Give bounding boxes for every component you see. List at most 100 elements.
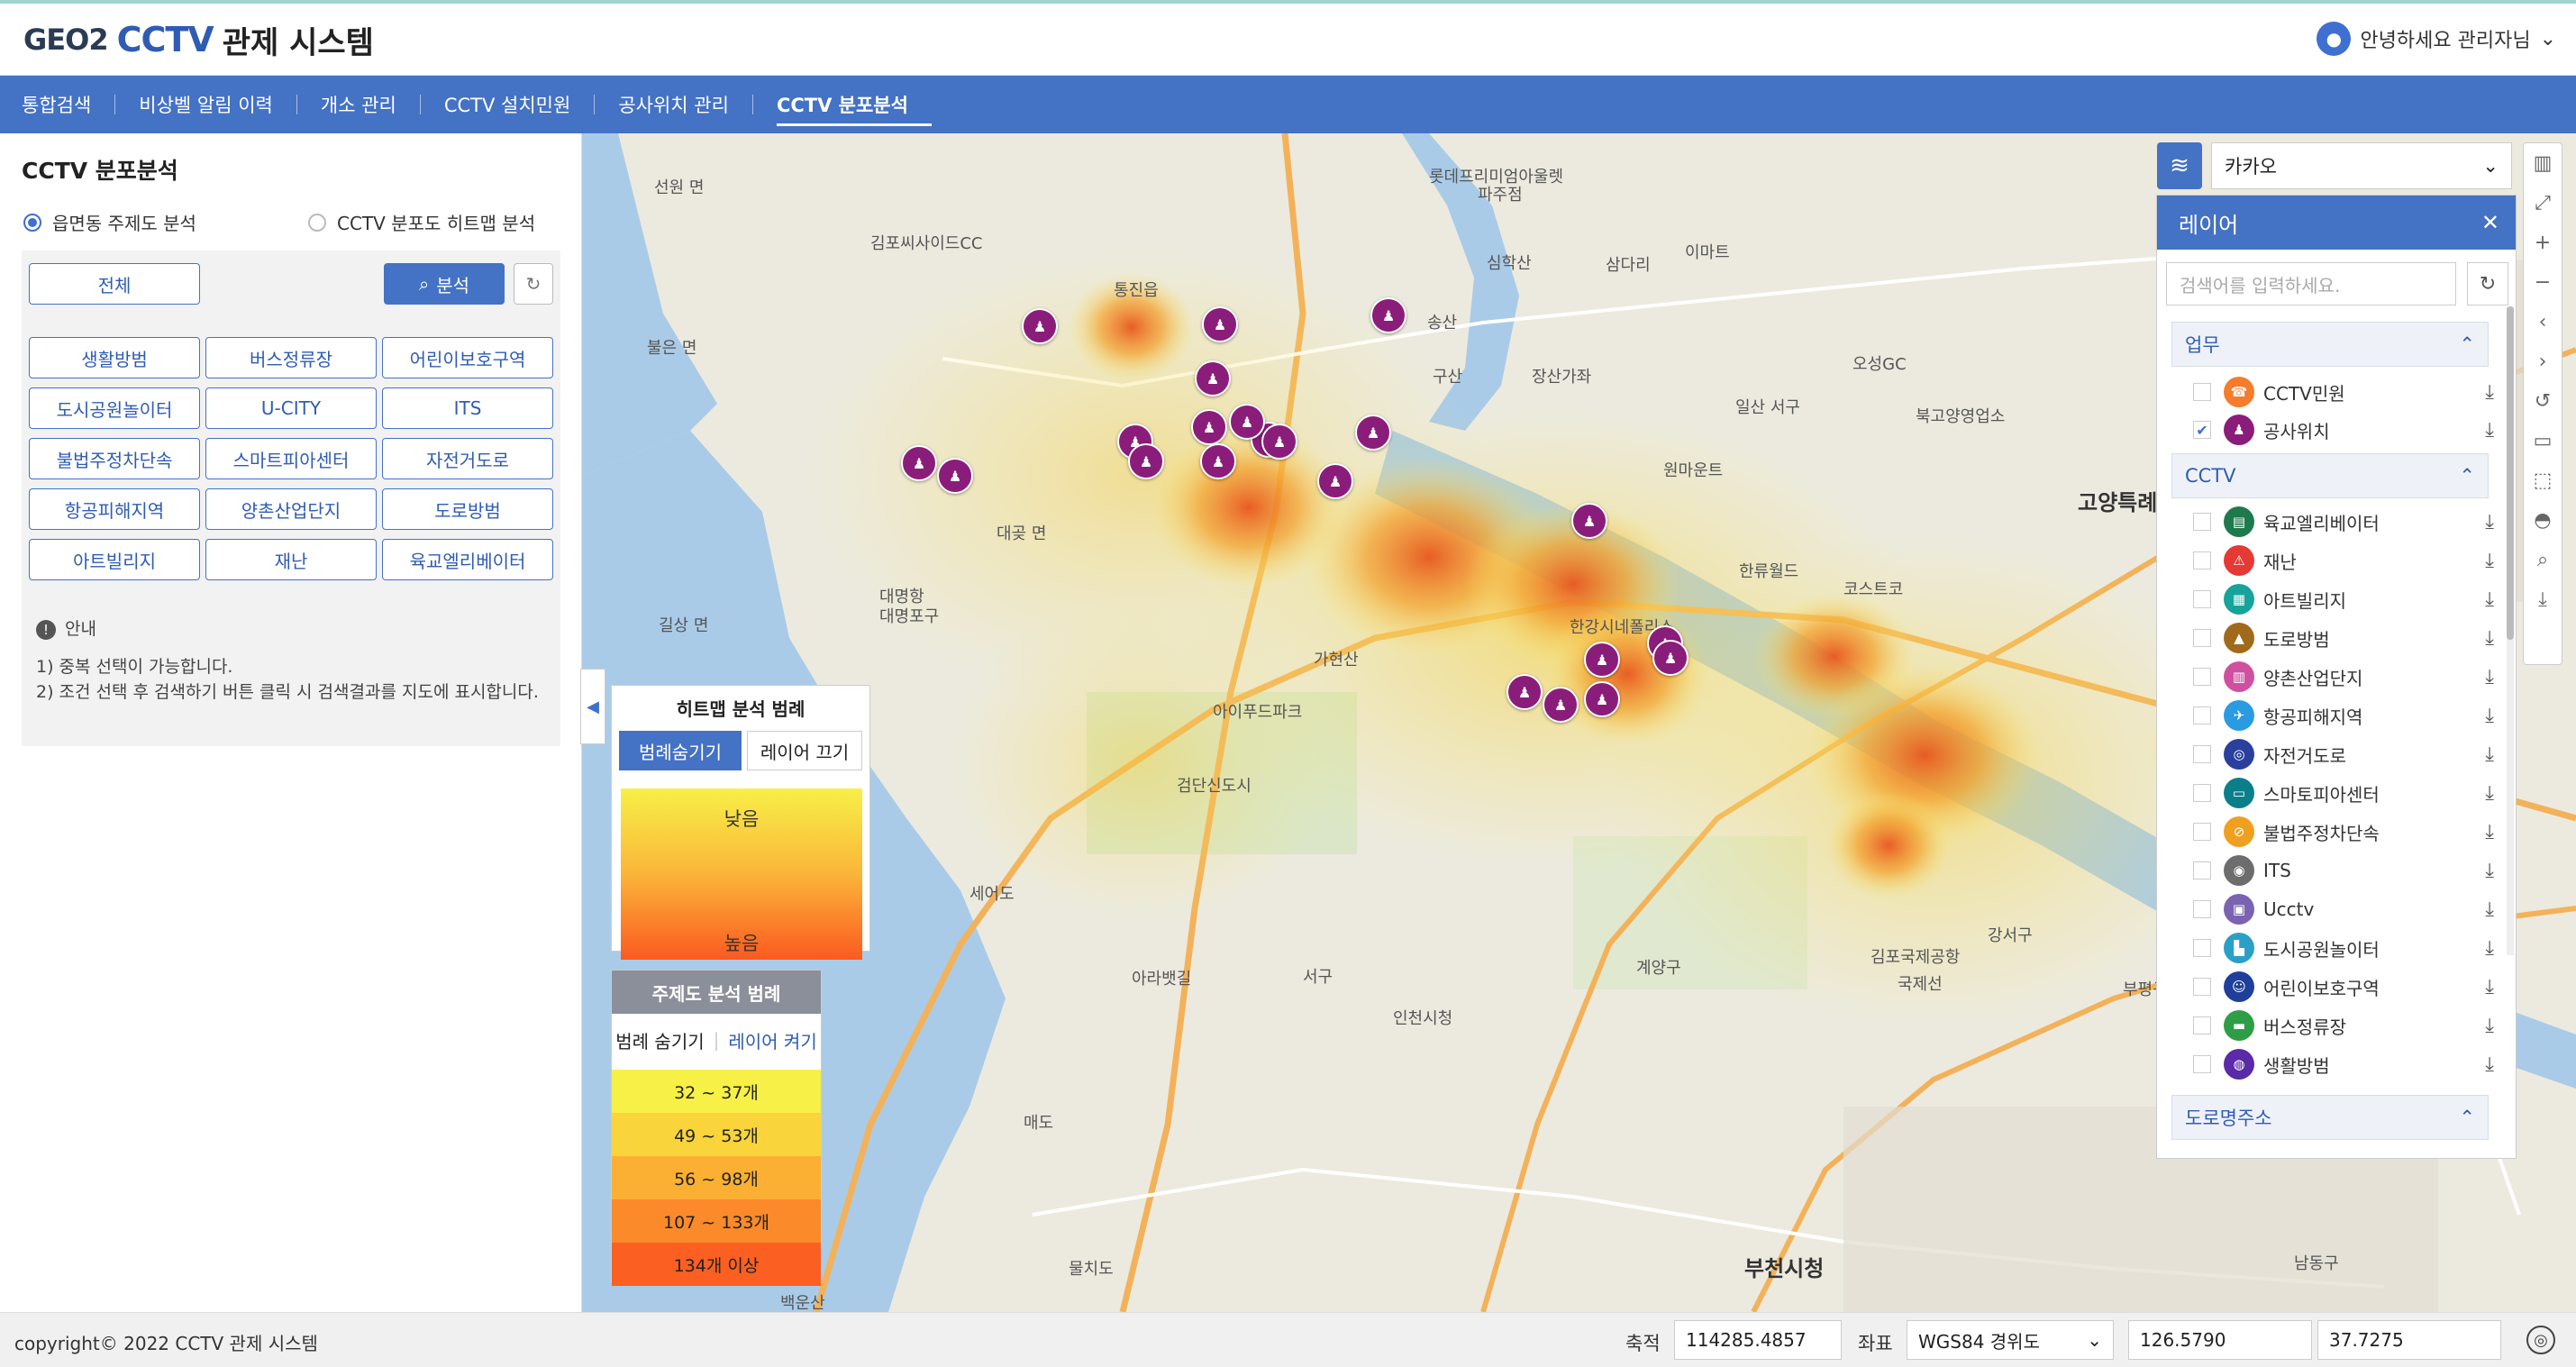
longitude-field[interactable]: 126.5790: [2128, 1320, 2312, 1360]
construction-pin[interactable]: ♟: [1229, 404, 1265, 440]
checkbox[interactable]: [2193, 784, 2211, 802]
construction-pin[interactable]: ♟: [1652, 640, 1689, 676]
layer-row[interactable]: ⚠ 재난 ⤓: [2193, 542, 2499, 579]
category-button[interactable]: 항공피해지역: [29, 488, 200, 530]
category-button[interactable]: 스마트피아센터: [205, 438, 377, 479]
layer-row[interactable]: ▬ 버스정류장 ⤓: [2193, 1007, 2499, 1043]
checkbox[interactable]: [2193, 1016, 2211, 1034]
download-icon[interactable]: ⤓: [2485, 381, 2494, 404]
next-view-icon[interactable]: ›: [2524, 342, 2562, 381]
download-icon[interactable]: ⤓: [2485, 419, 2494, 442]
construction-pin[interactable]: ♟: [1355, 415, 1391, 451]
layer-row[interactable]: ▣ Ucctv ⤓: [2193, 891, 2499, 927]
checkbox[interactable]: [2193, 978, 2211, 996]
checkbox[interactable]: [2193, 383, 2211, 401]
split-view-icon[interactable]: ▥: [2524, 143, 2562, 183]
construction-pin[interactable]: ♟: [1261, 424, 1297, 460]
layer-row[interactable]: ☺ 어린이보호구역 ⤓: [2193, 969, 2499, 1005]
download-icon[interactable]: ⤓: [2485, 976, 2494, 998]
construction-pin[interactable]: ♟: [1317, 463, 1353, 499]
download-icon[interactable]: ⤓: [2485, 860, 2494, 882]
scale-field[interactable]: 114285.4857: [1674, 1320, 1842, 1360]
prev-view-icon[interactable]: ‹: [2524, 302, 2562, 342]
category-button[interactable]: 육교엘리베이터: [382, 539, 553, 580]
layer-row[interactable]: ▭ 스마토피아센터 ⤓: [2193, 775, 2499, 811]
scrollbar-thumb[interactable]: [2507, 306, 2514, 640]
download-icon[interactable]: ⤓: [2485, 898, 2494, 921]
checkbox[interactable]: [2193, 900, 2211, 918]
section-work[interactable]: 업무 ⌃: [2171, 322, 2489, 367]
construction-pin[interactable]: ♟: [1202, 306, 1238, 342]
checkbox[interactable]: [2193, 939, 2211, 957]
checkbox[interactable]: [2193, 590, 2211, 608]
checkbox[interactable]: [2193, 706, 2211, 725]
layer-row[interactable]: ✈ 항공피해지역 ⤓: [2193, 697, 2499, 734]
download-icon[interactable]: ⤓: [2485, 1015, 2494, 1037]
checkbox[interactable]: [2193, 551, 2211, 570]
thematic-legend-hide-button[interactable]: 범례 숨기기: [615, 1027, 704, 1053]
construction-pin[interactable]: ♟: [1584, 681, 1620, 717]
section-road-address[interactable]: 도로명주소 ⌃: [2171, 1095, 2489, 1140]
radio-heatmap[interactable]: CCTV 분포도 히트맵 분석: [308, 209, 535, 235]
user-menu[interactable]: ● 안녕하세요 관리자님 ⌄: [2317, 22, 2556, 56]
checkbox[interactable]: [2193, 629, 2211, 647]
download-icon[interactable]: ⤓: [2485, 821, 2494, 843]
category-button[interactable]: 도시공원놀이터: [29, 387, 200, 429]
reset-button[interactable]: ↻: [514, 263, 553, 305]
fullscreen-icon[interactable]: ⤢: [2524, 183, 2562, 223]
download-icon[interactable]: ⤓: [2485, 550, 2494, 572]
layer-panel-scrollbar[interactable]: [2507, 306, 2514, 955]
download-icon[interactable]: ⤓: [2485, 666, 2494, 688]
construction-pin[interactable]: ♟: [1506, 674, 1543, 710]
download-icon[interactable]: ⤓: [2485, 782, 2494, 805]
construction-pin[interactable]: ♟: [937, 458, 973, 494]
category-button[interactable]: 양촌산업단지: [205, 488, 377, 530]
category-button[interactable]: 불법주정차단속: [29, 438, 200, 479]
layer-row-cctv-complaint[interactable]: ☎ CCTV민원 ⤓: [2193, 374, 2499, 410]
download-icon[interactable]: ⤓: [2485, 588, 2494, 611]
basemap-select[interactable]: 카카오 ⌄: [2211, 142, 2512, 189]
construction-pin[interactable]: ♟: [1195, 360, 1231, 396]
search-map-icon[interactable]: ⌕: [2524, 540, 2562, 579]
zoom-out-icon[interactable]: −: [2524, 262, 2562, 302]
radio-dot-selected[interactable]: [23, 213, 41, 232]
construction-pin[interactable]: ♟: [1128, 443, 1164, 479]
nav-item-cctv-distribution[interactable]: CCTV 분포분석: [776, 91, 932, 126]
close-icon[interactable]: ✕: [2481, 210, 2499, 235]
category-button[interactable]: 재난: [205, 539, 377, 580]
download-icon[interactable]: ⤓: [2524, 579, 2562, 619]
category-button[interactable]: 자전거도로: [382, 438, 553, 479]
panel-collapse-button[interactable]: ◀: [580, 669, 605, 744]
coord-system-select[interactable]: WGS84 경위도 ⌄: [1907, 1320, 2114, 1360]
analyze-button[interactable]: ⌕ 분석: [384, 263, 505, 305]
nav-item-cctv-installation-requests[interactable]: CCTV 설치민원: [444, 91, 594, 118]
layer-row[interactable]: ▲ 도로방범 ⤓: [2193, 620, 2499, 656]
thematic-layer-on-button[interactable]: 레이어 켜기: [728, 1027, 816, 1053]
nav-item-integrated-search[interactable]: 통합검색: [22, 91, 114, 118]
construction-pin[interactable]: ♟: [901, 445, 937, 481]
checkbox[interactable]: [2193, 668, 2211, 686]
layer-row[interactable]: ▦ 아트빌리지 ⤓: [2193, 581, 2499, 617]
zoom-in-icon[interactable]: +: [2524, 223, 2562, 262]
globe-icon[interactable]: ◎: [2526, 1326, 2555, 1354]
layer-search-input[interactable]: 검색어를 입력하세요.: [2166, 262, 2456, 305]
layer-row[interactable]: ◉ ITS ⤓: [2193, 852, 2499, 889]
reset-view-icon[interactable]: ↺: [2524, 381, 2562, 421]
latitude-field[interactable]: 37.7275: [2317, 1320, 2501, 1360]
category-button[interactable]: 생활방범: [29, 337, 200, 378]
measure-distance-icon[interactable]: ▭: [2524, 421, 2562, 460]
construction-pin[interactable]: ♟: [1571, 503, 1607, 539]
heatmap-legend-hide-button[interactable]: 범례숨기기: [619, 731, 742, 770]
construction-pin[interactable]: ♟: [1022, 308, 1058, 344]
download-icon[interactable]: ⤓: [2485, 511, 2494, 533]
construction-pin[interactable]: ♟: [1584, 642, 1620, 678]
construction-pin[interactable]: ♟: [1370, 297, 1406, 333]
layers-icon[interactable]: ≋: [2157, 142, 2202, 189]
construction-pin[interactable]: ♟: [1191, 409, 1227, 445]
checkbox[interactable]: [2193, 823, 2211, 841]
construction-pin[interactable]: ♟: [1543, 687, 1579, 723]
layer-search-reset-button[interactable]: ↻: [2467, 262, 2508, 305]
layer-row[interactable]: ▥ 양촌산업단지 ⤓: [2193, 659, 2499, 695]
measure-area-icon[interactable]: ⬚: [2524, 460, 2562, 500]
layer-row[interactable]: ◎ 자전거도로 ⤓: [2193, 736, 2499, 772]
